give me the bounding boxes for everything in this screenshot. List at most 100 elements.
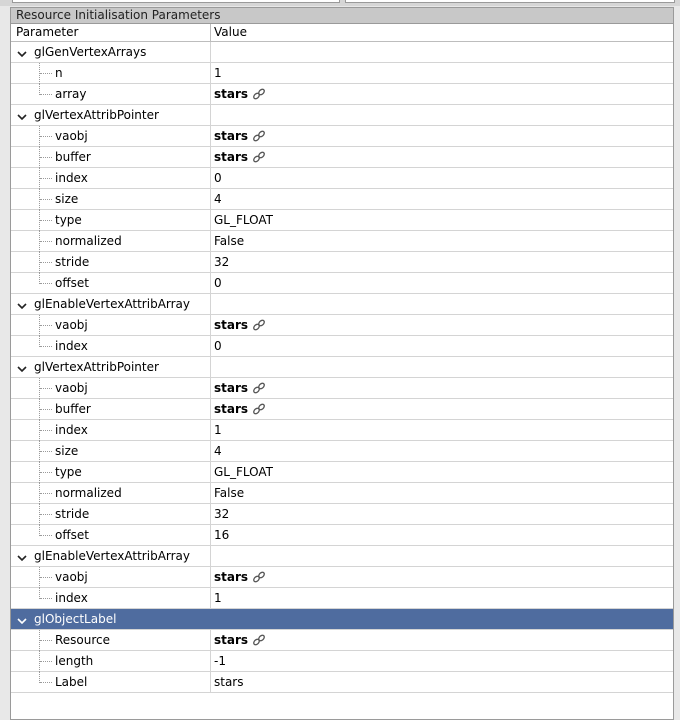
tree-param-row[interactable]: vaobj stars — [11, 567, 673, 588]
link-icon[interactable] — [251, 150, 267, 164]
tree-group-row[interactable]: glGenVertexArrays — [11, 42, 673, 63]
param-label: stride — [55, 255, 90, 269]
param-label: type — [55, 213, 82, 227]
chevron-down-icon[interactable] — [16, 361, 28, 373]
parameter-cell: glEnableVertexAttribArray — [11, 294, 211, 314]
group-label: glEnableVertexAttribArray — [34, 549, 191, 563]
param-value: stars — [214, 675, 244, 689]
tree-param-row[interactable]: type GL_FLOAT — [11, 210, 673, 231]
tree-branch-line — [40, 94, 52, 95]
tree-param-row[interactable]: vaobj stars — [11, 126, 673, 147]
parameter-cell: size — [11, 441, 211, 462]
value-cell: 0 — [211, 168, 673, 188]
chevron-down-icon[interactable] — [16, 550, 28, 562]
tree-param-row[interactable]: index 1 — [11, 588, 673, 609]
tree-branch-line — [40, 262, 52, 263]
param-value: stars — [214, 150, 249, 164]
tree-param-row[interactable]: index 0 — [11, 168, 673, 189]
tree-param-row[interactable]: stride 32 — [11, 252, 673, 273]
tree-param-row[interactable]: buffer stars — [11, 147, 673, 168]
column-header-value[interactable]: Value — [211, 24, 673, 41]
chevron-down-icon[interactable] — [16, 109, 28, 121]
tree-branch-line — [40, 409, 52, 410]
tree-param-row[interactable]: index 0 — [11, 336, 673, 357]
value-cell: stars — [211, 84, 673, 104]
param-label: offset — [55, 276, 89, 290]
tree-param-row[interactable]: vaobj stars — [11, 315, 673, 336]
parameter-cell: glEnableVertexAttribArray — [11, 546, 211, 566]
parameter-cell: length — [11, 651, 211, 672]
tree-branch-line — [40, 598, 52, 599]
tree-branch-line — [40, 640, 52, 641]
tree-group-row[interactable]: glObjectLabel — [11, 609, 673, 630]
tree-param-row[interactable]: size 4 — [11, 189, 673, 210]
param-value: 1 — [214, 591, 222, 605]
param-value: 1 — [214, 66, 222, 80]
parameter-cell: index — [11, 168, 211, 189]
link-icon[interactable] — [251, 570, 267, 584]
parameter-cell: glGenVertexArrays — [11, 42, 211, 62]
link-icon[interactable] — [251, 87, 267, 101]
tree-param-row[interactable]: array stars — [11, 84, 673, 105]
value-cell — [211, 105, 673, 125]
value-cell: stars — [211, 315, 673, 335]
tree-group-row[interactable]: glVertexAttribPointer — [11, 105, 673, 126]
parameter-cell: glVertexAttribPointer — [11, 105, 211, 125]
top-tab-left[interactable] — [12, 0, 340, 3]
link-icon[interactable] — [251, 402, 267, 416]
top-tab-right[interactable] — [345, 0, 675, 3]
tree-param-row[interactable]: buffer stars — [11, 399, 673, 420]
value-cell: 0 — [211, 273, 673, 293]
tree-param-row[interactable]: stride 32 — [11, 504, 673, 525]
tree-param-row[interactable]: normalized False — [11, 483, 673, 504]
param-label: offset — [55, 528, 89, 542]
tree-branch-line — [40, 199, 52, 200]
link-icon[interactable] — [251, 129, 267, 143]
tree-group-row[interactable]: glEnableVertexAttribArray — [11, 294, 673, 315]
tree-param-row[interactable]: normalized False — [11, 231, 673, 252]
tree-branch-line — [40, 325, 52, 326]
link-icon[interactable] — [251, 381, 267, 395]
param-value: stars — [214, 87, 249, 101]
tree-param-row[interactable]: Resource stars — [11, 630, 673, 651]
chevron-down-icon[interactable] — [16, 613, 28, 625]
panel-title: Resource Initialisation Parameters — [11, 8, 673, 24]
chevron-down-icon[interactable] — [16, 298, 28, 310]
parameter-cell: size — [11, 189, 211, 210]
tree-branch-line — [40, 178, 52, 179]
tree-group-row[interactable]: glVertexAttribPointer — [11, 357, 673, 378]
tree-param-row[interactable]: n1 — [11, 63, 673, 84]
chevron-down-icon[interactable] — [16, 46, 28, 58]
tree-param-row[interactable]: length -1 — [11, 651, 673, 672]
param-value: stars — [214, 570, 249, 584]
tree-param-row[interactable]: index 1 — [11, 420, 673, 441]
tree-param-row[interactable]: offset 0 — [11, 273, 673, 294]
parameter-tree: glGenVertexArrays n 1 array stars glVertexAtt… — [11, 42, 673, 693]
column-header: Parameter Value — [11, 24, 673, 42]
tree-param-row[interactable]: size 4 — [11, 441, 673, 462]
param-label: index — [55, 339, 88, 353]
tree-branch-line — [40, 577, 52, 578]
value-cell: 16 — [211, 525, 673, 545]
param-value: 0 — [214, 171, 222, 185]
value-cell: stars — [211, 147, 673, 167]
link-icon[interactable] — [251, 633, 267, 647]
param-value: 4 — [214, 192, 222, 206]
tree-group-row[interactable]: glEnableVertexAttribArray — [11, 546, 673, 567]
tree-param-row[interactable]: Label stars — [11, 672, 673, 693]
value-cell: stars — [211, 672, 673, 692]
parameter-cell: stride — [11, 504, 211, 525]
param-value: 4 — [214, 444, 222, 458]
parameter-cell: offset — [11, 273, 211, 293]
param-value: stars — [214, 318, 249, 332]
tree-branch-line — [40, 430, 52, 431]
parameter-cell: type — [11, 210, 211, 231]
param-label: buffer — [55, 402, 91, 416]
value-cell: 32 — [211, 504, 673, 524]
tree-param-row[interactable]: vaobj stars — [11, 378, 673, 399]
tree-branch-line — [40, 220, 52, 221]
column-header-parameter[interactable]: Parameter — [11, 24, 211, 41]
tree-param-row[interactable]: type GL_FLOAT — [11, 462, 673, 483]
link-icon[interactable] — [251, 318, 267, 332]
tree-param-row[interactable]: offset 16 — [11, 525, 673, 546]
